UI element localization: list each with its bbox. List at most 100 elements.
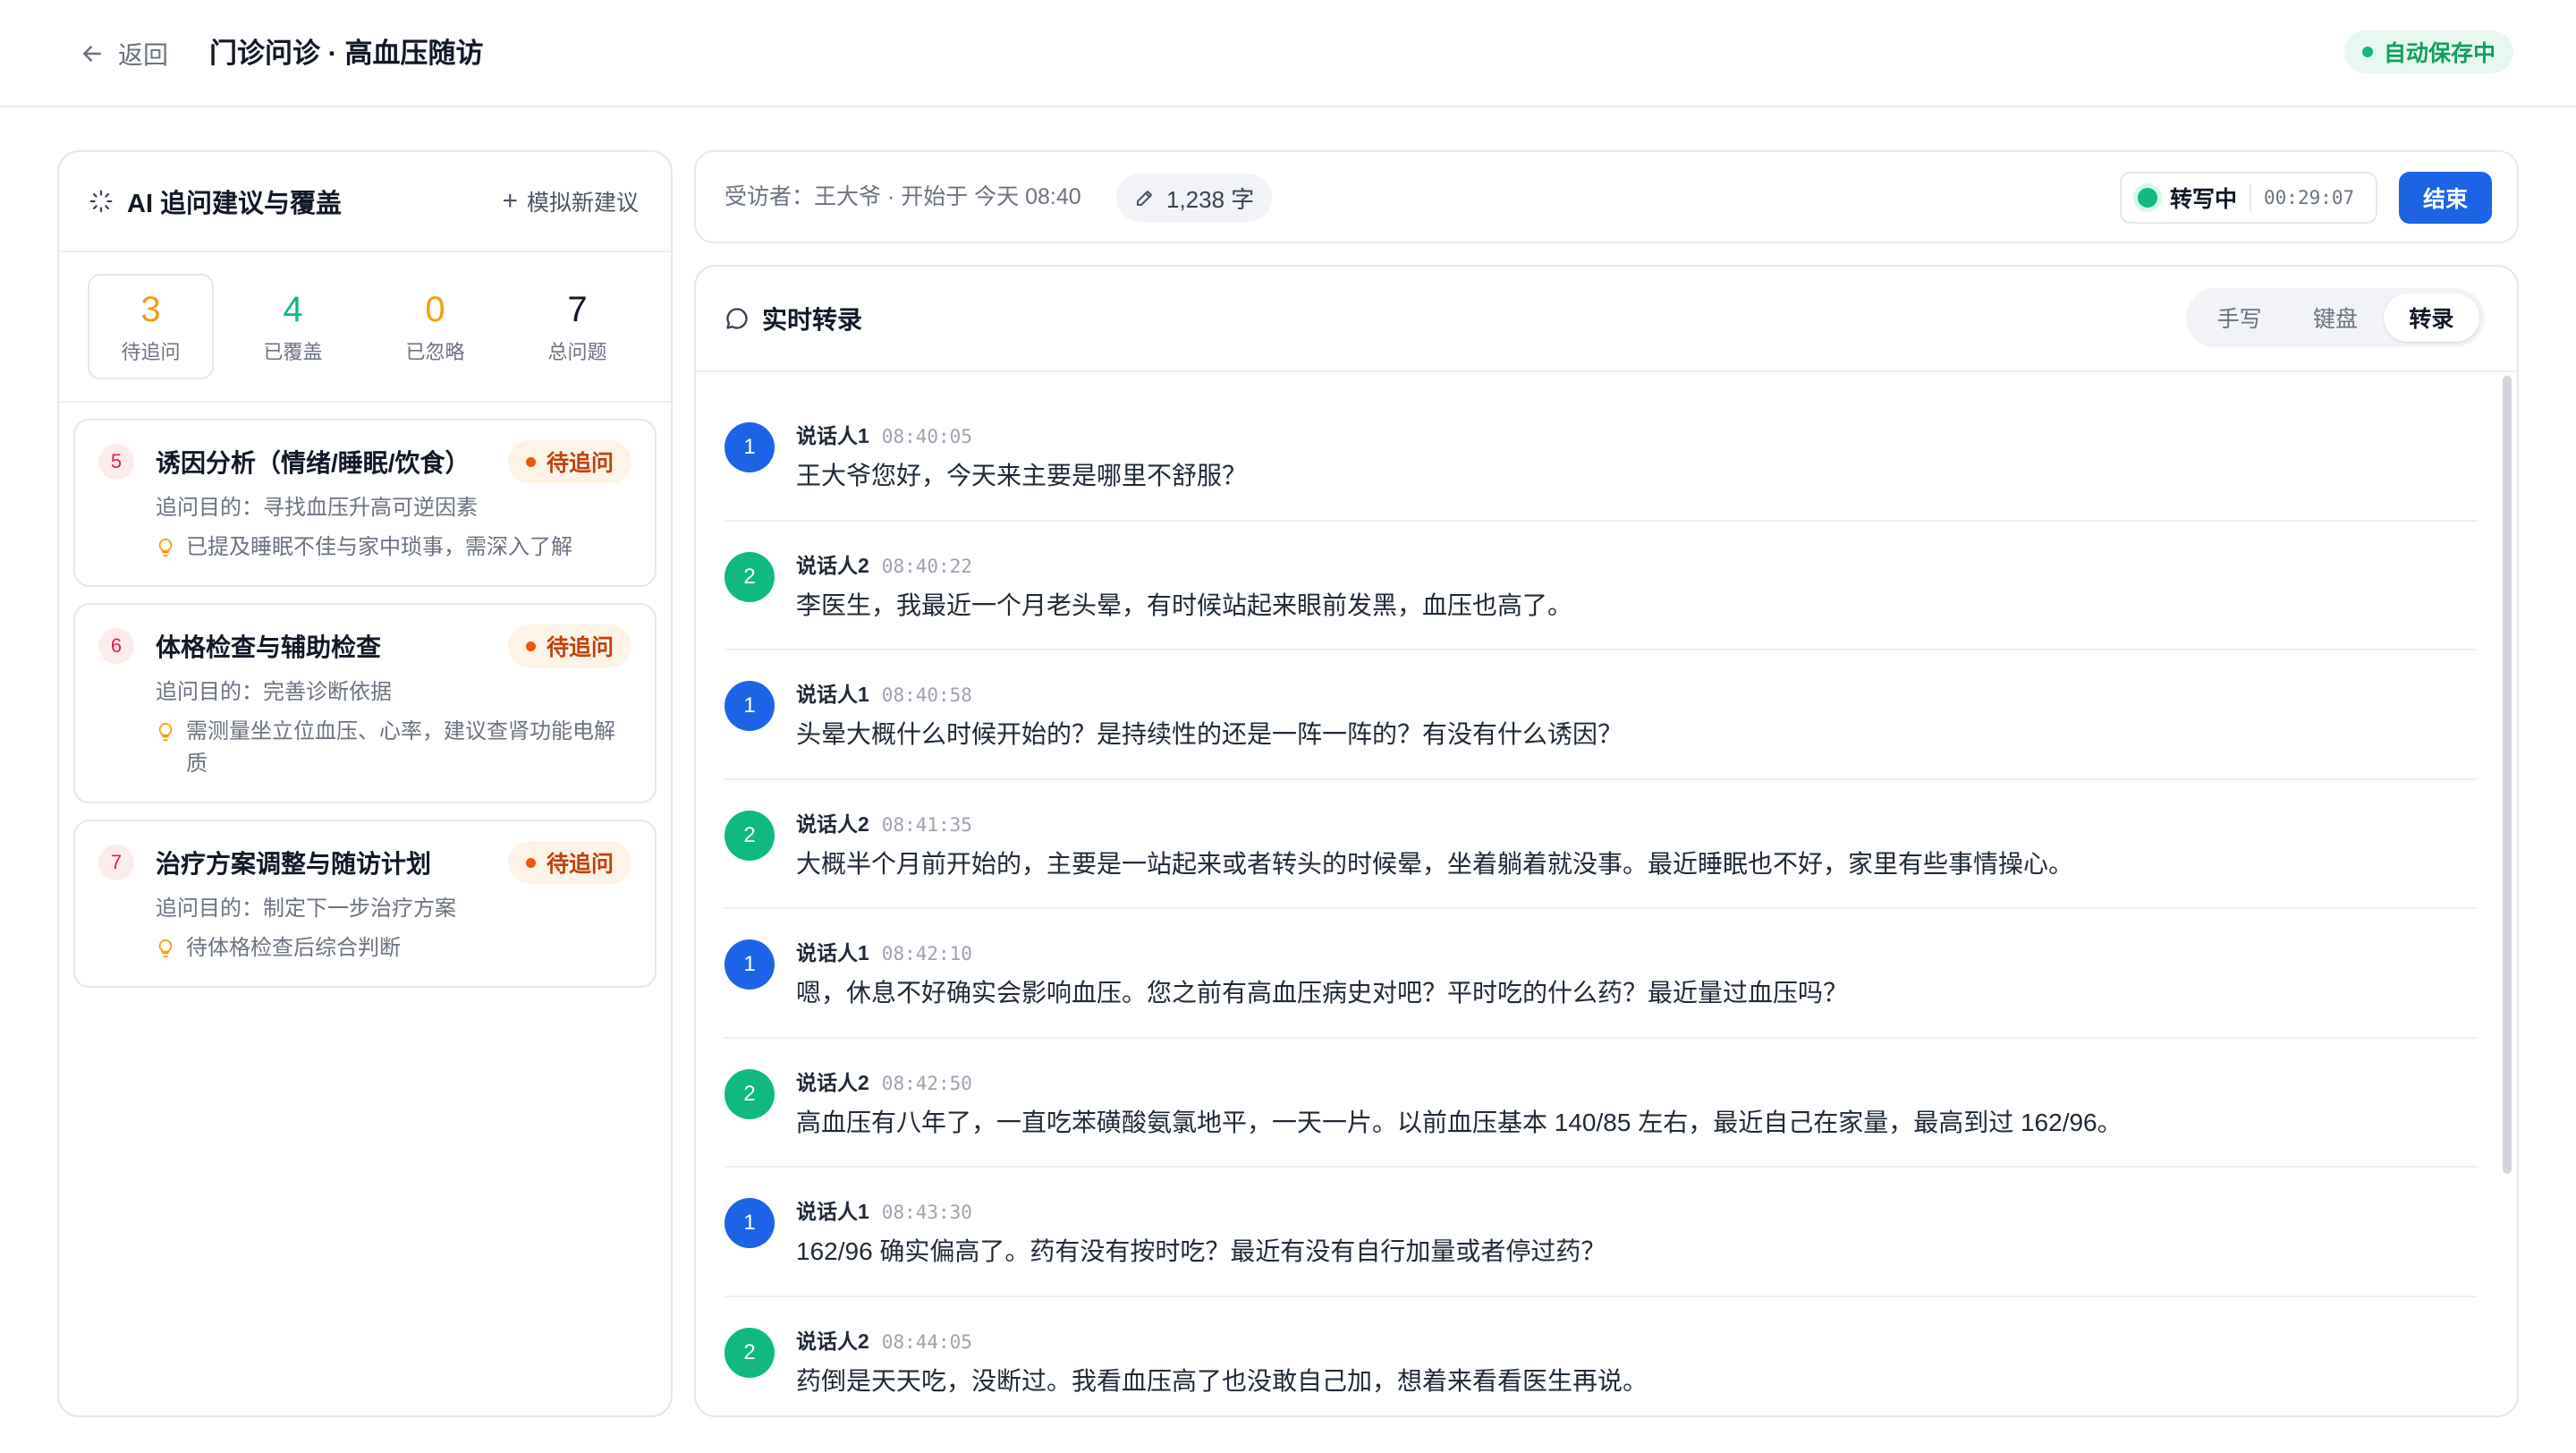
message-text: 李医生，我最近一个月老头晕，有时候站起来眼前发黑，血压也高了。	[796, 591, 1573, 619]
status-label: 待追问	[546, 635, 614, 660]
speaker-line: 说话人2 08:40:22	[796, 548, 972, 579]
status-dot-icon	[2361, 47, 2373, 57]
stat-pending-value: 3	[140, 290, 161, 329]
transcribing-label: 转写中	[2170, 187, 2238, 212]
autosave-label: 自动保存中	[2383, 41, 2496, 66]
status-badge: 待追问	[507, 841, 631, 884]
suggestion-panel-title: AI 追问建议与覆盖	[88, 183, 342, 220]
question-card[interactable]: 5 诱因分析（情绪/睡眠/饮食） 待追问 追问目的：寻找血压升高可逆因素 已提及…	[73, 419, 657, 587]
tab-keyboard[interactable]: 键盘	[2287, 293, 2383, 342]
end-session-button[interactable]: 结束	[2399, 172, 2492, 224]
speaker-avatar: 2	[724, 1327, 775, 1378]
transcript-header: 实时转录 手写 键盘 转录	[696, 267, 2517, 372]
tab-transcription[interactable]: 转录	[2383, 293, 2479, 342]
transcript-message: 2 说话人2 08:42:50 高血压有八年了，一直吃苯磺酸氨氯地平，一天一片。以…	[724, 1039, 2478, 1168]
message-text: 高血压有八年了，一直吃苯磺酸氨氯地平，一天一片。以前血压基本 140/85 左右…	[796, 1108, 2123, 1136]
stat-ignored[interactable]: 0 已忽略	[372, 274, 498, 379]
simulate-suggestion-label: 模拟新建议	[526, 191, 639, 216]
message-time: 08:42:10	[881, 943, 972, 964]
divider	[2250, 184, 2252, 211]
speaker-name: 说话人1	[796, 683, 869, 706]
question-card[interactable]: 6 体格检查与辅助检查 待追问 追问目的：完善诊断依据 需测量坐立位血压、心率，…	[73, 603, 657, 803]
status-badge: 待追问	[507, 625, 631, 667]
transcribing-status: 转写中 00:29:07	[2120, 172, 2377, 224]
suggestion-panel: AI 追问建议与覆盖 + 模拟新建议 3 待追问 4 已覆盖 0 已忽略 7 总…	[57, 150, 673, 1417]
stat-total-value: 7	[567, 290, 588, 329]
speaker-name: 说话人2	[796, 1070, 869, 1094]
stat-covered[interactable]: 4 已覆盖	[230, 274, 356, 379]
stat-ignored-label: 已忽略	[405, 341, 465, 363]
message-text: 嗯，休息不好确实会影响血压。您之前有高血压病史对吧？平时吃的什么药？最近量过血压…	[796, 979, 1849, 1007]
pencil-icon	[1137, 191, 1152, 206]
suggestion-panel-title-text: AI 追问建议与覆盖	[127, 190, 343, 218]
status-dot-icon	[525, 456, 536, 467]
transcript-message: 2 说话人2 08:40:22 李医生，我最近一个月老头晕，有时候站起来眼前发黑，…	[724, 522, 2478, 650]
question-note: 已提及睡眠不佳与家中琐事，需深入了解	[156, 531, 631, 564]
word-count-badge: 1,238 字	[1116, 174, 1273, 222]
recording-dot-icon	[2138, 188, 2157, 208]
message-time: 08:43:30	[881, 1202, 972, 1223]
lightbulb-icon	[158, 939, 173, 958]
message-time: 08:40:05	[881, 426, 972, 447]
chat-bubble-icon	[726, 308, 748, 329]
question-title: 诱因分析（情绪/睡眠/饮食）	[156, 449, 470, 477]
status-label: 待追问	[546, 852, 614, 877]
question-purpose: 追问目的：寻找血压升高可逆因素	[156, 496, 478, 520]
status-badge: 待追问	[507, 440, 631, 483]
speaker-line: 说话人2 08:44:05	[796, 1324, 972, 1355]
question-index: 5	[98, 444, 134, 480]
question-card[interactable]: 7 治疗方案调整与随访计划 待追问 追问目的：制定下一步治疗方案 待体格检查后综…	[73, 820, 657, 988]
speaker-line: 说话人2 08:41:35	[796, 807, 972, 837]
tab-handwriting[interactable]: 手写	[2191, 293, 2287, 342]
lightbulb-icon	[158, 538, 173, 557]
session-info-bar: 受访者：王大爷 · 开始于 今天 08:40 1,238 字 转写中 00:29…	[694, 150, 2519, 243]
speaker-name: 说话人2	[796, 1329, 869, 1353]
speaker-line: 说话人1 08:42:10	[796, 936, 972, 966]
autosave-badge: 自动保存中	[2343, 30, 2513, 73]
stat-ignored-value: 0	[425, 290, 445, 329]
top-bar: 返回 门诊问诊 · 高血压随访 自动保存中	[0, 0, 2576, 107]
stat-covered-label: 已覆盖	[263, 341, 323, 363]
question-index: 6	[98, 628, 134, 664]
speaker-name: 说话人1	[796, 424, 869, 447]
message-time: 08:44:05	[881, 1330, 972, 1353]
stats-row: 3 待追问 4 已覆盖 0 已忽略 7 总问题	[59, 252, 671, 403]
speaker-avatar: 1	[724, 422, 775, 472]
question-note-text: 已提及睡眠不佳与家中琐事，需深入了解	[186, 535, 572, 559]
simulate-suggestion-button[interactable]: + 模拟新建议	[502, 185, 639, 217]
transcript-title: 实时转录	[724, 293, 862, 344]
speaker-avatar: 1	[724, 1198, 775, 1248]
question-purpose: 追问目的：制定下一步治疗方案	[156, 896, 456, 921]
speaker-line: 说话人1 08:40:58	[796, 677, 972, 708]
back-button[interactable]: 返回	[79, 34, 168, 73]
speaker-avatar: 1	[724, 939, 775, 990]
transcript-scrollbar[interactable]	[2503, 376, 2512, 1174]
message-time: 08:41:35	[881, 813, 972, 836]
back-label: 返回	[118, 41, 169, 69]
question-note: 待体格检查后综合判断	[156, 932, 631, 964]
question-title: 治疗方案调整与随访计划	[156, 850, 432, 878]
transcript-message: 2 说话人2 08:41:35 大概半个月前开始的，主要是一站起来或者转头的时候晕…	[724, 780, 2478, 909]
status-label: 待追问	[546, 451, 614, 476]
speaker-line: 说话人1 08:40:05	[796, 419, 972, 449]
status-dot-icon	[525, 641, 536, 651]
transcript-message: 1 说话人1 08:40:58 头晕大概什么时候开始的？是持续性的还是一阵一阵的？…	[724, 650, 2478, 780]
question-note-text: 待体格检查后综合判断	[186, 936, 401, 960]
speaker-avatar: 2	[724, 810, 775, 861]
transcript-message: 1 说话人1 08:43:30 162/96 确实偏高了。药有没有按时吃？最近有没…	[724, 1168, 2478, 1297]
question-title: 体格检查与辅助检查	[156, 633, 382, 661]
speaker-name: 说话人2	[796, 811, 869, 836]
message-time: 08:40:22	[881, 555, 972, 577]
status-dot-icon	[525, 857, 536, 868]
message-time: 08:42:50	[881, 1072, 972, 1094]
message-text: 头晕大概什么时候开始的？是持续性的还是一阵一阵的？有没有什么诱因？	[796, 720, 1623, 748]
plus-icon: +	[502, 186, 518, 216]
speaker-name: 说话人1	[796, 941, 869, 964]
stat-covered-value: 4	[283, 290, 303, 329]
message-text: 162/96 确实偏高了。药有没有按时吃？最近有没有自行加量或者停过药？	[796, 1237, 1606, 1265]
word-count-text: 1,238 字	[1166, 185, 1255, 213]
message-text: 药倒是天天吃，没断过。我看血压高了也没敢自己加，想着来看看医生再说。	[796, 1366, 1648, 1395]
stat-pending[interactable]: 3 待追问	[88, 274, 215, 379]
arrow-left-icon	[83, 46, 101, 62]
stat-total[interactable]: 7 总问题	[514, 274, 640, 379]
